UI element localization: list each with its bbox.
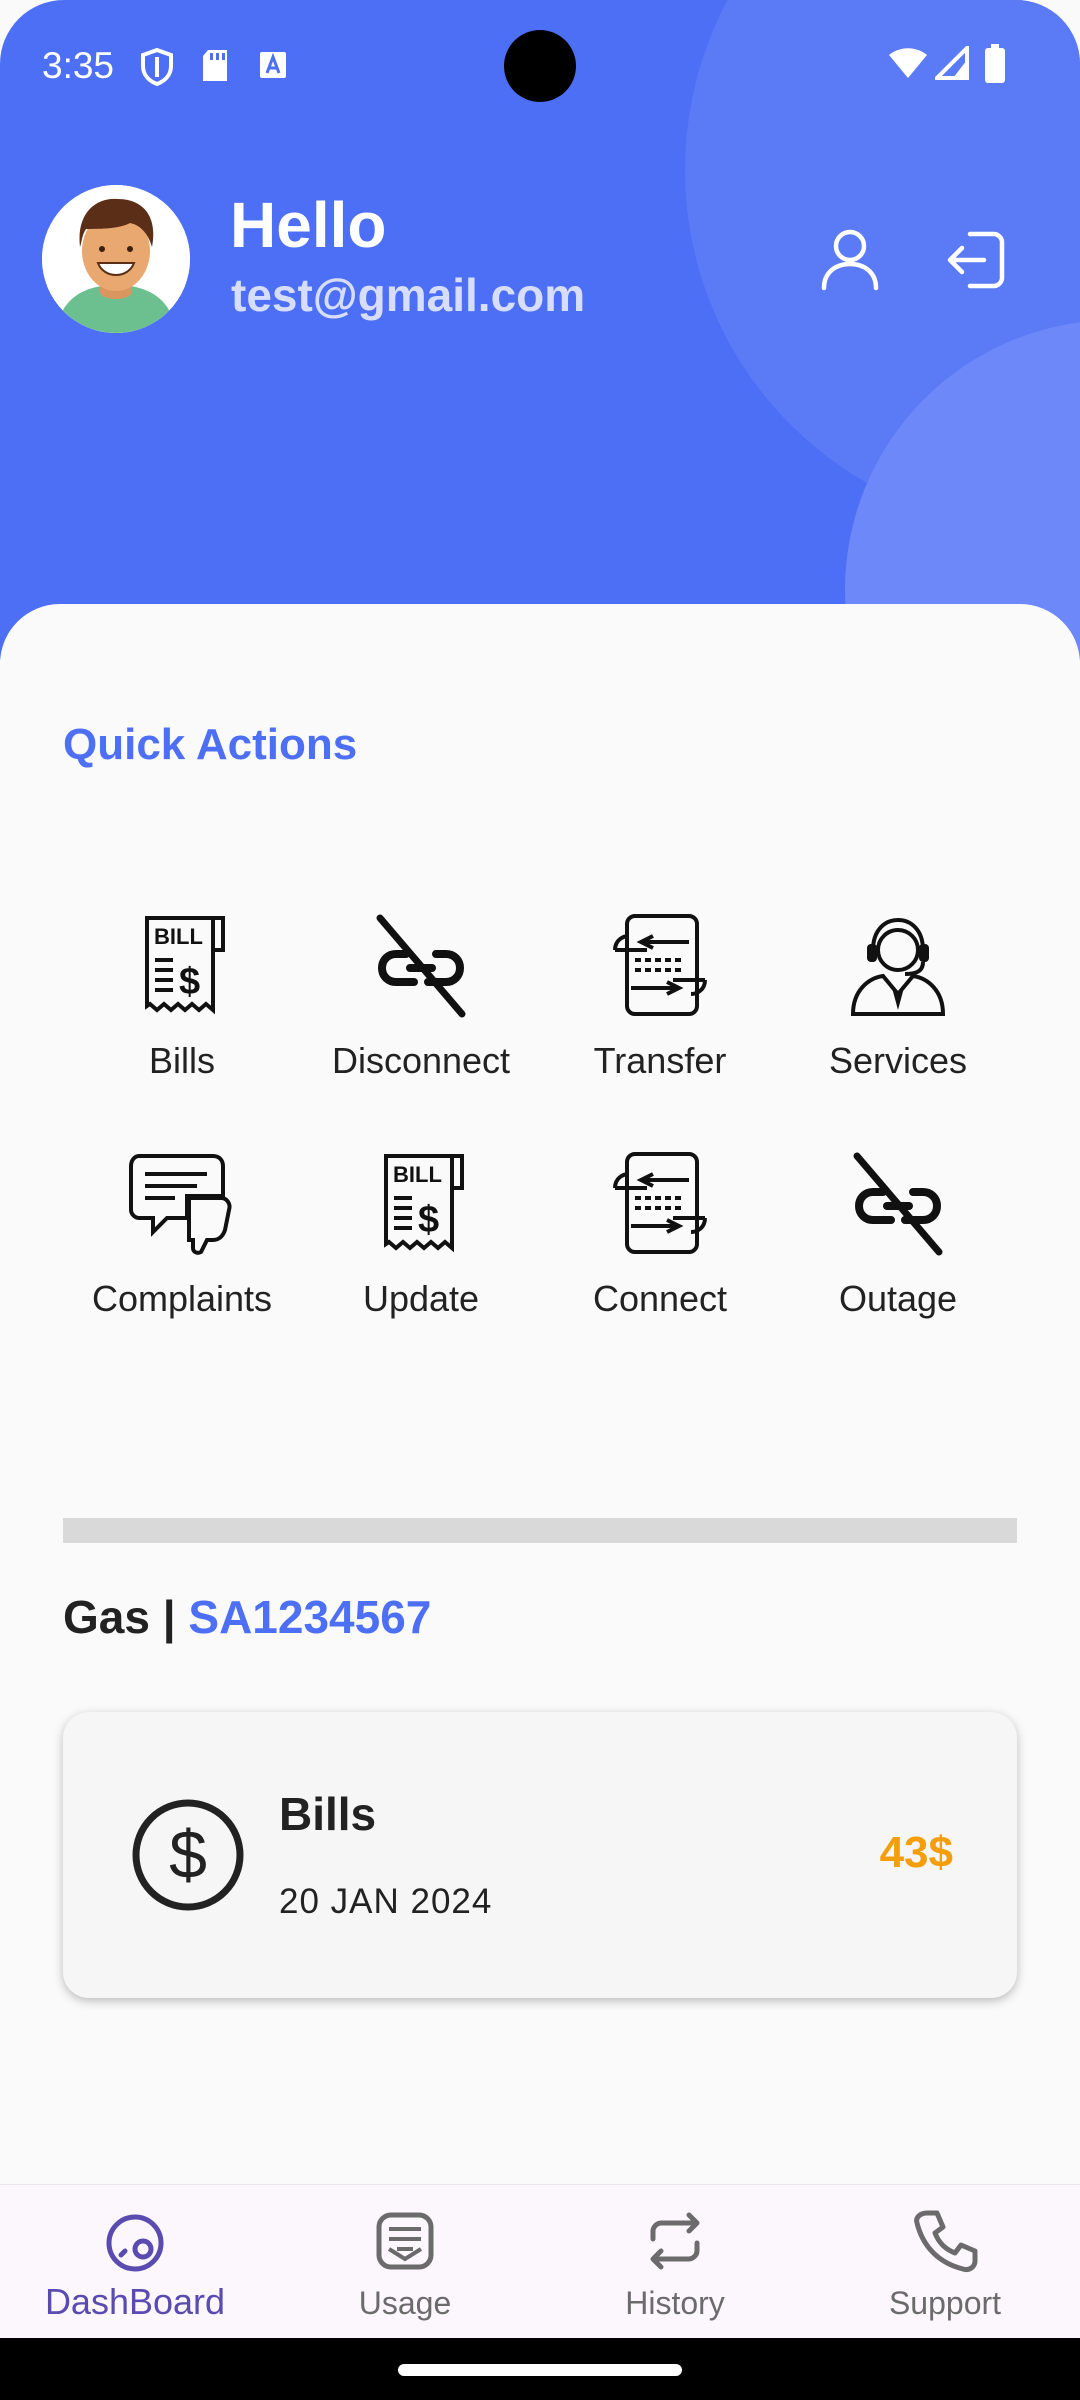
- action-connect[interactable]: Connect: [550, 1148, 770, 1348]
- usage-message-icon: [376, 2212, 434, 2270]
- svg-text:$: $: [169, 1817, 207, 1893]
- bill-receipt-icon: BILL $: [384, 1154, 464, 1253]
- bill-card[interactable]: $ Bills 20 JAN 2024 43$: [63, 1712, 1017, 1998]
- bottom-navigation: DashBoard Usage History Support: [0, 2184, 1080, 2339]
- dollar-circle-icon: $: [132, 1799, 244, 1911]
- history-repeat-icon: [650, 2212, 700, 2270]
- battery-icon: [985, 44, 1005, 83]
- nav-support[interactable]: Support: [810, 2205, 1080, 2322]
- action-label: Outage: [838, 1278, 958, 1319]
- nav-dashboard[interactable]: DashBoard: [0, 2205, 270, 2323]
- logout-icon: [947, 231, 1005, 289]
- status-bar: 3:35: [0, 0, 1080, 130]
- front-camera: [504, 30, 576, 102]
- cell-signal-icon: [935, 46, 969, 80]
- action-complaints[interactable]: Complaints: [72, 1148, 292, 1348]
- bill-receipt-icon: BILL $: [145, 916, 225, 1015]
- wifi-icon: [889, 48, 927, 78]
- dashboard-screen: 3:35 Hello test@gmail.com Quick Actions …: [0, 0, 1080, 2400]
- greeting-text: Hello: [230, 189, 387, 261]
- action-bills[interactable]: BILL $ Bills: [72, 910, 292, 1110]
- user-email: test@gmail.com: [231, 269, 586, 321]
- action-label: Transfer: [593, 1040, 727, 1081]
- nav-label: DashBoard: [44, 2281, 226, 2322]
- broken-link-icon: [376, 914, 466, 1018]
- profile-button[interactable]: [810, 220, 890, 300]
- action-label: Disconnect: [331, 1040, 511, 1081]
- bill-card-amount: 43$: [879, 1828, 953, 1877]
- shield-icon: [141, 48, 173, 86]
- support-agent-icon: [850, 917, 946, 1016]
- action-label: Connect: [592, 1278, 728, 1319]
- action-label: Update: [362, 1278, 480, 1319]
- nav-usage[interactable]: Usage: [270, 2205, 540, 2322]
- action-services[interactable]: Services: [788, 910, 1008, 1110]
- svg-text:$: $: [179, 961, 200, 1003]
- font-download-icon: [260, 52, 286, 78]
- account-separator: |: [149, 1591, 189, 1643]
- nav-label: Usage: [358, 2285, 452, 2321]
- person-icon: [821, 229, 879, 291]
- bill-card-title: Bills: [279, 1788, 377, 1840]
- avatar[interactable]: [42, 185, 190, 333]
- action-label: Complaints: [91, 1278, 273, 1319]
- bill-card-date: 20 JAN 2024: [279, 1882, 493, 1921]
- action-label: Services: [828, 1040, 968, 1081]
- action-transfer[interactable]: Transfer: [550, 910, 770, 1110]
- header-banner: 3:35 Hello test@gmail.com: [0, 0, 1080, 660]
- account-heading: Gas | SA1234567: [63, 1590, 431, 1644]
- user-avatar-illustration: [42, 185, 190, 333]
- action-outage[interactable]: Outage: [788, 1148, 1008, 1348]
- action-label: Bills: [148, 1040, 215, 1081]
- broken-link-icon: [853, 1152, 943, 1256]
- svg-text:BILL: BILL: [393, 1162, 442, 1187]
- svg-text:$: $: [418, 1199, 439, 1241]
- account-number[interactable]: SA1234567: [188, 1591, 431, 1643]
- complaint-thumbs-down-icon: [129, 1154, 232, 1255]
- svg-text:BILL: BILL: [154, 924, 203, 949]
- action-disconnect[interactable]: Disconnect: [311, 910, 531, 1110]
- logout-button[interactable]: [936, 220, 1016, 300]
- home-gesture-handle[interactable]: [398, 2364, 682, 2376]
- sd-card-icon: [203, 50, 227, 81]
- quick-actions-title: Quick Actions: [63, 720, 358, 769]
- action-update[interactable]: BILL $ Update: [311, 1148, 531, 1348]
- dashboard-icon: [106, 2214, 164, 2272]
- transfer-document-icon: [613, 914, 707, 1016]
- nav-label: Support: [888, 2285, 1002, 2321]
- status-time: 3:35: [42, 45, 115, 86]
- nav-history[interactable]: History: [540, 2205, 810, 2322]
- phone-icon: [914, 2210, 978, 2272]
- nav-label: History: [625, 2285, 725, 2321]
- section-divider: [63, 1518, 1017, 1543]
- utility-type: Gas: [63, 1591, 150, 1643]
- transfer-document-icon: [613, 1152, 707, 1254]
